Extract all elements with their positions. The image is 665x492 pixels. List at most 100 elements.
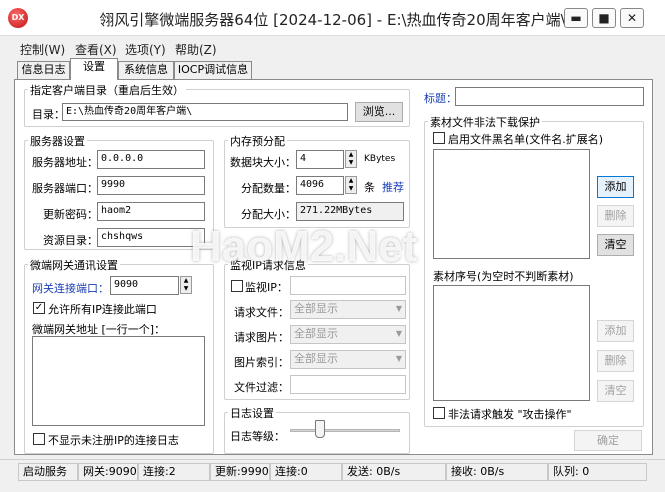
minimize-icon[interactable]: ▬ [564,8,588,28]
image-index-label: 图片索引： [234,356,289,369]
title-input[interactable] [455,87,644,106]
title-label[interactable]: 标题： [424,90,457,106]
request-image-label: 请求图片： [234,331,289,344]
hide-unregistered-checkbox[interactable] [33,433,45,445]
image-index-value: 全部显示 [294,352,338,365]
delete-button-2[interactable]: 删除 [597,350,634,372]
status-gateway: 网关:9090 [78,463,138,481]
sequence-list[interactable] [433,285,590,401]
client-dir-group-label: 指定客户端目录（重启后生效） [28,82,186,98]
password-label: 更新密码： [43,208,98,221]
image-index-select[interactable]: 全部显示 ▼ [290,350,406,369]
menu-options[interactable]: 选项(Y) [125,41,166,58]
request-image-select[interactable]: 全部显示 ▼ [290,325,406,344]
menu-bar: 控制(W) 查看(X) 选项(Y) 帮助(Z) [0,38,665,58]
log-level-label: 日志等级： [230,430,285,443]
clear-button-2[interactable]: 清空 [597,380,634,402]
server-port-input[interactable]: 9990 [97,176,205,195]
server-addr-label: 服务器地址： [32,156,98,169]
add-button[interactable]: 添加 [597,176,634,198]
hide-unregistered-label: 不显示未注册IP的连接日志 [48,434,179,447]
request-file-value: 全部显示 [294,302,338,315]
status-start: 启动服务 [18,463,78,481]
block-size-unit: KBytes [364,154,396,164]
spin-down-icon[interactable]: ▼ [181,285,191,293]
request-file-select[interactable]: 全部显示 ▼ [290,300,406,319]
status-gateway-conn: 连接:2 [138,463,210,481]
allow-all-ip-label: 允许所有IP连接此端口 [48,303,157,316]
gateway-addr-list[interactable] [32,336,205,426]
spin-up-icon[interactable]: ▲ [181,277,191,285]
close-icon[interactable]: ✕ [620,8,644,28]
tab-system-info[interactable]: 系统信息 [118,61,174,79]
status-update-conn: 连接:0 [270,463,342,481]
alloc-size-label: 分配大小： [241,208,296,221]
maximize-icon[interactable]: ■ [592,8,616,28]
password-input[interactable]: haom2 [97,202,205,221]
gateway-group-label: 微端网关通讯设置 [28,257,120,273]
clear-button[interactable]: 清空 [597,234,634,256]
request-file-label: 请求文件： [234,306,289,319]
memory-group-label: 内存预分配 [228,133,287,149]
attack-checkbox[interactable] [433,407,445,419]
chevron-down-icon: ▼ [395,304,402,313]
status-update: 更新:9990 [210,463,270,481]
monitor-ip-checkbox[interactable] [231,280,243,292]
spin-down-icon[interactable]: ▼ [346,159,356,167]
gateway-addr-label: 微端网关地址 [一行一个]： [32,323,166,336]
blacklist-list[interactable] [433,149,590,259]
delete-button[interactable]: 删除 [597,205,634,227]
monitor-ip-label: 监视IP： [245,281,288,294]
status-queue: 队列: 0 [548,463,647,481]
request-image-value: 全部显示 [294,327,338,340]
chevron-down-icon: ▼ [395,354,402,363]
log-level-track [290,429,400,432]
dir-input[interactable]: E:\热血传奇20周年客户端\ [62,103,348,121]
file-filter-label: 文件过滤： [234,381,289,394]
spin-up-icon[interactable]: ▲ [346,177,356,185]
spin-up-icon[interactable]: ▲ [346,151,356,159]
gateway-port-label[interactable]: 网关连接端口： [32,280,109,296]
block-size-spinner[interactable]: ▲ ▼ [345,150,357,168]
blacklist-checkbox[interactable] [433,132,445,144]
tab-info-log[interactable]: 信息日志 [17,61,70,79]
dir-label: 目录： [32,108,65,121]
menu-control[interactable]: 控制(W) [20,41,65,58]
alloc-size-value: 271.22MBytes [296,202,404,221]
log-group-label: 日志设置 [228,405,276,421]
server-group-label: 服务器设置 [28,133,87,149]
alloc-count-input[interactable]: 4096 [296,176,344,195]
recommend-link[interactable]: 推荐 [382,179,404,195]
tab-settings[interactable]: 设置 [70,58,118,80]
monitor-ip-input[interactable] [290,276,406,295]
file-filter-input[interactable] [290,375,406,394]
block-size-label: 数据块大小： [230,156,296,169]
browse-button[interactable]: 浏览... [355,102,403,122]
protect-group-label: 素材文件非法下载保护 [428,114,542,130]
server-port-label: 服务器端口： [32,182,98,195]
log-level-slider[interactable] [315,420,325,438]
alloc-count-label: 分配数量： [241,182,296,195]
status-recv: 接收: 0B/s [446,463,548,481]
server-addr-input[interactable]: 0.0.0.0 [97,150,205,169]
add-button-2[interactable]: 添加 [597,320,634,342]
chevron-down-icon: ▼ [395,329,402,338]
allow-all-ip-checkbox[interactable]: ✓ [33,302,45,314]
alloc-count-spinner[interactable]: ▲ ▼ [345,176,357,194]
gateway-port-spinner[interactable]: ▲ ▼ [180,276,192,294]
watermark: HaoM2.Net [190,222,418,271]
ok-button[interactable]: 确定 [574,430,642,451]
resource-input[interactable]: chshqws [97,228,205,247]
menu-view[interactable]: 查看(X) [75,41,117,58]
gateway-port-input[interactable]: 9090 [110,276,179,295]
check-icon: ✓ [34,302,44,313]
spin-down-icon[interactable]: ▼ [346,185,356,193]
title-bar[interactable]: DX 翎风引擎微端服务器64位 [2024-12-06] - E:\热血传奇20… [0,0,665,36]
menu-help[interactable]: 帮助(Z) [175,41,217,58]
tab-iocp-debug[interactable]: IOCP调试信息 [174,61,252,79]
alloc-count-unit: 条 [364,181,375,194]
attack-label: 非法请求触发 "攻击操作" [448,408,572,421]
resource-label: 资源目录： [43,234,98,247]
block-size-input[interactable]: 4 [296,150,344,169]
sequence-label: 素材序号(为空时不判断素材) [433,270,574,283]
